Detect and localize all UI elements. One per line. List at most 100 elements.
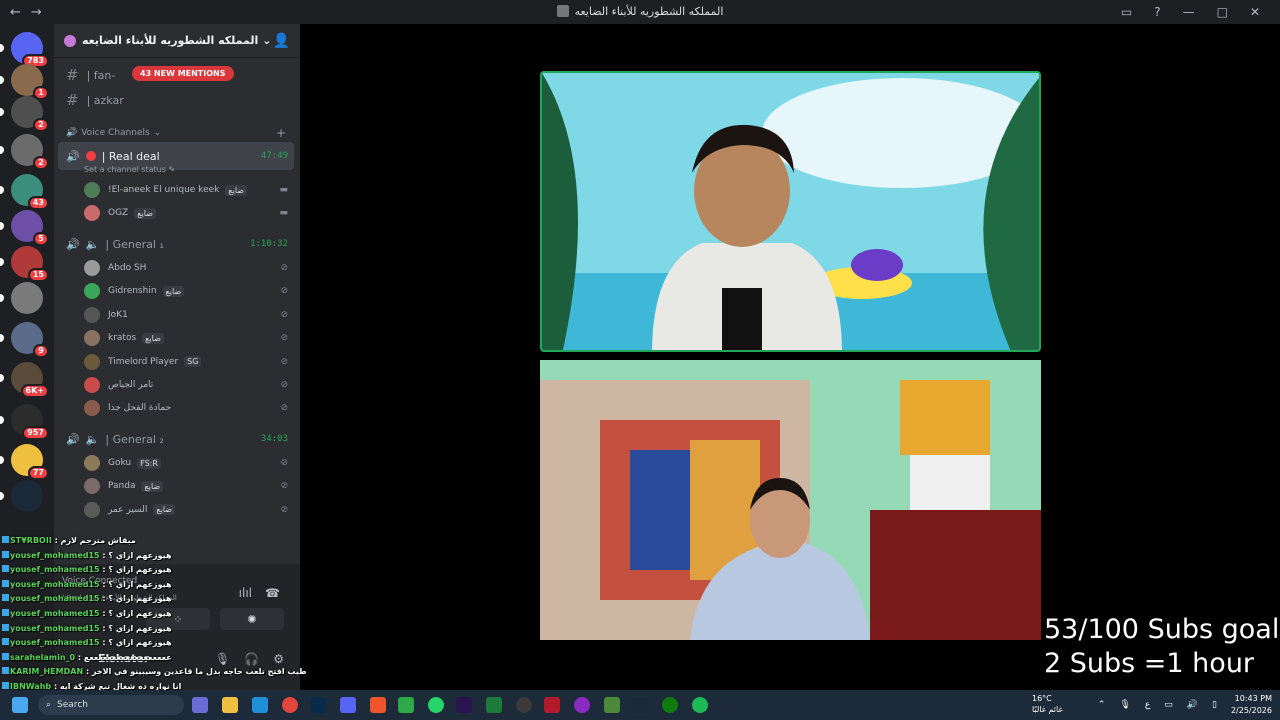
channel-status[interactable]: Set a channel status ✎ — [84, 165, 175, 174]
windows-taskbar: ⌕ Search 16°C غائم غالبًا ⌃ 🎙 ع ▭ 🔊 ▯ 10… — [0, 690, 1280, 720]
voice-member[interactable]: Abdo SH ⊘ — [84, 258, 294, 278]
member-name: Gidrenshin — [108, 286, 157, 297]
teams-icon[interactable] — [192, 697, 208, 713]
server-icon[interactable]: 43 — [11, 174, 49, 210]
voice-category[interactable]: 🔊 Voice Channels ⌄ — [66, 128, 161, 138]
voice-member[interactable]: تامر الجياص ⊘ — [84, 375, 294, 395]
mention-badge: 2 — [33, 118, 49, 132]
chat-text: : مبقاش مترجم لازم — [54, 536, 136, 545]
streamer-camera-2[interactable] — [540, 360, 1041, 640]
muted-icon: ⊘ — [280, 333, 288, 344]
server-header[interactable]: المملكه الشطوريه للأبناء الضايعه ⌄ 👤 — [54, 24, 300, 58]
brave-icon[interactable] — [370, 697, 386, 713]
avatar — [84, 205, 100, 222]
chat-badge-icon — [2, 565, 9, 573]
clock[interactable]: 10:43 PM 2/25/2026 — [1231, 693, 1272, 717]
server-icon[interactable]: 1 — [11, 64, 49, 100]
voice-member[interactable]: Panda ضايع ⊘ — [84, 476, 294, 496]
chevron-down-icon: ⌄ — [262, 34, 272, 47]
weather-temp: 16°C — [1032, 694, 1052, 703]
network-icon[interactable]: ▭ — [1164, 700, 1173, 710]
taskbar-search[interactable]: ⌕ Search — [38, 695, 184, 715]
chat-badge-icon — [2, 682, 9, 689]
chat-text: : هيوزعهم ازاي ؟ — [102, 565, 172, 575]
start-icon[interactable] — [12, 697, 28, 713]
chrome-icon[interactable] — [282, 697, 298, 713]
role-tag: ضايع — [162, 285, 185, 297]
whatsapp-icon[interactable] — [428, 697, 444, 713]
server-icon[interactable]: 5 — [11, 210, 49, 246]
weather-desc: غائم غالبًا — [1032, 705, 1063, 714]
member-name: تامر الجياص — [108, 380, 154, 390]
excel-icon[interactable] — [486, 697, 502, 713]
unread-indicator — [0, 334, 4, 342]
voice-member[interactable]: حمادة الفحل جدا ⊘ — [84, 398, 294, 418]
role-tag: ضايع — [134, 207, 156, 219]
channel-emoji-icon — [85, 151, 96, 161]
app-icon[interactable] — [398, 697, 414, 713]
chat-message: yousef_mohamed15 : هيوزعهم ازاي ؟ — [2, 594, 172, 603]
chat-username: yousef_mohamed15 — [10, 550, 100, 560]
server-icon[interactable]: 9 — [11, 322, 49, 358]
obs-icon[interactable] — [516, 697, 532, 713]
search-placeholder: Search — [57, 700, 88, 710]
voice-channel-general-1[interactable]: 🔊 🔈 | General ₁ 1:10:32 — [58, 233, 294, 255]
muted-icon: ⊘ — [280, 286, 288, 297]
server-icon[interactable]: 2 — [11, 134, 49, 170]
new-mentions-badge[interactable]: 43 NEW MENTIONS — [132, 66, 234, 81]
app-icon[interactable] — [544, 697, 560, 713]
chat-message: sarahelamin_0 : ععععععععععععععععععع — [2, 652, 172, 662]
minecraft-icon[interactable] — [604, 697, 620, 713]
unread-indicator — [0, 374, 4, 382]
muted-icon: ⊘ — [280, 309, 288, 320]
text-channel-azkar[interactable]: # | azkar — [60, 89, 294, 111]
premiere-icon[interactable] — [456, 697, 472, 713]
unread-indicator — [0, 108, 4, 116]
voice-member[interactable]: Goku FS:R ⊘ — [84, 453, 294, 473]
server-icon[interactable]: 2 — [11, 96, 49, 132]
chat-badge-icon — [2, 652, 9, 660]
server-icon[interactable]: 6K+ — [11, 362, 49, 398]
chevron-up-icon[interactable]: ⌃ — [1098, 700, 1106, 710]
server-icon[interactable]: 783 — [11, 32, 49, 68]
app-icon[interactable] — [574, 697, 590, 713]
server-icon[interactable]: 957 — [11, 404, 49, 440]
invite-people-icon[interactable]: 👤 — [273, 33, 290, 49]
voice-member[interactable]: kratos ضايع ⊘ — [84, 328, 294, 348]
microphone-icon[interactable]: 🎙 — [1119, 700, 1130, 710]
language-indicator[interactable]: ع — [1145, 700, 1150, 710]
create-channel-icon[interactable]: + — [276, 126, 286, 140]
volume-icon[interactable]: 🔊 — [1187, 700, 1198, 710]
discord-icon[interactable] — [340, 697, 356, 713]
streamer-camera-1[interactable] — [540, 71, 1041, 352]
server-icon[interactable]: 77 — [11, 444, 49, 480]
stream-chat-overlay: ST¥RBOII : مبقاش مترجم لازم yousef_mohame… — [0, 530, 307, 691]
voice-member[interactable]: JoK1 ⊘ — [84, 305, 294, 325]
minimize-button[interactable]: — — [1183, 5, 1195, 19]
inbox-icon[interactable]: ▭ — [1121, 5, 1132, 19]
xbox-icon[interactable] — [662, 697, 678, 713]
channel-timer: 34:03 — [260, 434, 288, 444]
file-explorer-icon[interactable] — [222, 697, 238, 713]
voice-member[interactable]: السير عمر ضايع ⊘ — [84, 500, 294, 520]
server-icon[interactable] — [11, 480, 43, 512]
role-tag: SG — [184, 356, 202, 368]
voice-member[interactable]: Timelord Player SG ⊘ — [84, 352, 294, 372]
photoshop-icon[interactable] — [310, 697, 326, 713]
steam-icon[interactable] — [632, 697, 648, 713]
server-icon[interactable]: 15 — [11, 246, 49, 282]
camera-feed-2 — [540, 360, 1041, 640]
unread-indicator — [0, 492, 4, 500]
voice-channel-general-2[interactable]: 🔊 🔈 | General ₂ 34:03 — [58, 428, 294, 450]
battery-icon[interactable]: ▯ — [1212, 700, 1217, 710]
close-button[interactable]: ✕ — [1250, 5, 1260, 19]
server-icon[interactable] — [11, 282, 43, 314]
voice-member[interactable]: Gidrenshin ضايع ⊘ — [84, 281, 294, 301]
spotify-icon[interactable] — [692, 697, 708, 713]
maximize-button[interactable]: □ — [1217, 5, 1228, 19]
voice-member[interactable]: OGZ ضايع ▬ — [84, 203, 294, 223]
edge-icon[interactable] — [252, 697, 268, 713]
help-icon[interactable]: ? — [1154, 5, 1160, 19]
voice-member[interactable]: !El-aneek El unique keek ضايع ▬ — [84, 180, 294, 200]
weather-widget[interactable]: 16°C غائم غالبًا — [1016, 693, 1063, 715]
